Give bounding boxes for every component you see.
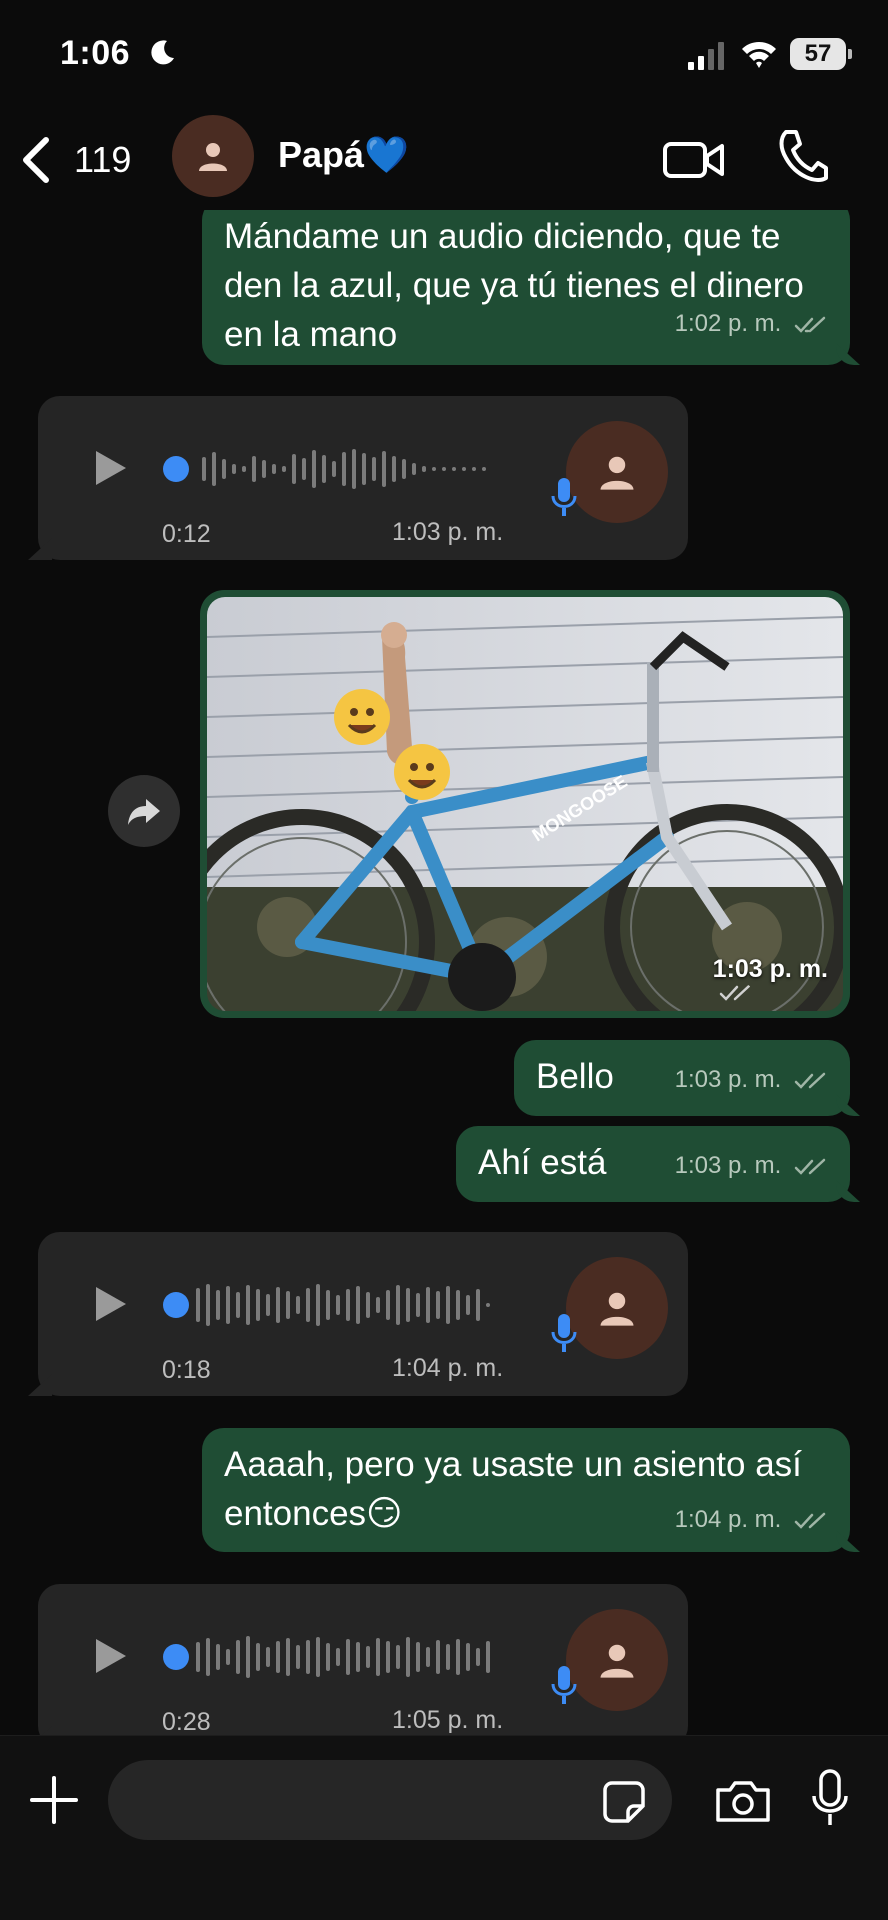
back-chevron-icon [23, 137, 49, 183]
image-message-outgoing[interactable]: MONGOOSE 1:03 p. m. [200, 590, 850, 1018]
contact-name[interactable]: Papá💙 [278, 134, 409, 176]
message-time: 1:03 p. m. [713, 955, 828, 1002]
waveform[interactable] [162, 1280, 562, 1330]
plus-icon[interactable] [28, 1774, 80, 1826]
mic-icon [551, 1314, 577, 1352]
read-ticks-icon [719, 984, 750, 1001]
person-icon [600, 1644, 634, 1678]
message-bubble-outgoing[interactable]: Ahí está 1:03 p. m. [456, 1126, 850, 1202]
camera-icon[interactable] [714, 1778, 772, 1824]
read-ticks-icon [794, 1072, 826, 1089]
message-bubble-outgoing[interactable]: Aaaah, pero ya usaste un asiento así ent… [202, 1428, 850, 1552]
mic-icon [551, 1666, 577, 1704]
message-bubble-outgoing[interactable]: Bello 1:03 p. m. [514, 1040, 850, 1116]
message-time: 1:04 p. m. [674, 1506, 782, 1533]
message-list[interactable]: Mándame un audio diciendo, que te den la… [0, 210, 888, 1735]
message-time: 1:05 p. m. [392, 1706, 504, 1734]
forward-button[interactable] [108, 775, 180, 847]
voice-duration: 0:28 [162, 1708, 211, 1735]
message-time: 1:03 p. m. [674, 1066, 782, 1093]
voice-duration: 0:18 [162, 1356, 211, 1384]
message-bubble-outgoing[interactable]: Mándame un audio diciendo, que te den la… [202, 210, 850, 365]
person-icon [600, 456, 634, 490]
sender-avatar [566, 1257, 668, 1359]
voice-message-incoming[interactable]: 0:12 1:03 p. m. [38, 396, 688, 560]
message-text: Bello [536, 1057, 614, 1096]
battery-indicator: 57 [790, 38, 852, 70]
back-button[interactable]: 119 [18, 130, 136, 190]
message-time: 1:03 p. m. [392, 518, 504, 546]
moon-icon [151, 40, 174, 65]
sender-avatar [566, 421, 668, 523]
message-text: Ahí está [478, 1143, 607, 1182]
signal-icon [688, 42, 724, 70]
waveform[interactable] [162, 1632, 562, 1682]
person-icon [199, 143, 227, 171]
message-time: 1:03 p. m. [674, 1152, 782, 1179]
bicycle-photo[interactable]: MONGOOSE [207, 597, 843, 1011]
contact-name-text: Papá [278, 134, 365, 175]
message-time: 1:02 p. m. [674, 310, 782, 337]
waveform[interactable] [162, 444, 562, 494]
unread-count: 119 [74, 139, 132, 180]
wifi-icon [742, 41, 776, 68]
photo-time-text: 1:03 p. m. [712, 955, 828, 983]
play-icon[interactable] [90, 448, 130, 488]
read-ticks-icon [794, 316, 826, 333]
play-icon[interactable] [90, 1636, 130, 1676]
message-meta: 1:03 p. m. [675, 1152, 828, 1180]
message-meta: 1:02 p. m. [675, 310, 828, 338]
composer-bar [0, 1735, 888, 1920]
message-time: 1:04 p. m. [392, 1354, 504, 1382]
mic-icon [551, 478, 577, 516]
message-meta: 1:03 p. m. [675, 1066, 828, 1094]
status-time: 1:06 [60, 34, 131, 72]
forward-icon [128, 799, 160, 825]
read-ticks-icon [794, 1158, 826, 1175]
read-ticks-icon [794, 1512, 826, 1529]
video-call-icon[interactable] [662, 136, 726, 184]
avatar[interactable] [172, 115, 254, 197]
message-meta: 1:04 p. m. [675, 1506, 828, 1534]
message-input[interactable] [108, 1760, 672, 1840]
phone-icon[interactable] [776, 128, 828, 186]
voice-message-incoming[interactable]: 0:18 1:04 p. m. [38, 1232, 688, 1396]
play-icon[interactable] [90, 1284, 130, 1324]
voice-duration: 0:12 [162, 520, 211, 548]
voice-message-incoming[interactable]: 0:28 1:05 p. m. [38, 1584, 688, 1735]
person-icon [600, 1292, 634, 1326]
sticker-icon[interactable] [602, 1780, 646, 1824]
mic-icon[interactable] [810, 1768, 850, 1828]
chat-header: 119 Papá💙 [0, 110, 888, 210]
sender-avatar [566, 1609, 668, 1711]
heart-emoji: 💙 [364, 134, 409, 175]
status-bar: 1:06 57 [0, 0, 888, 110]
